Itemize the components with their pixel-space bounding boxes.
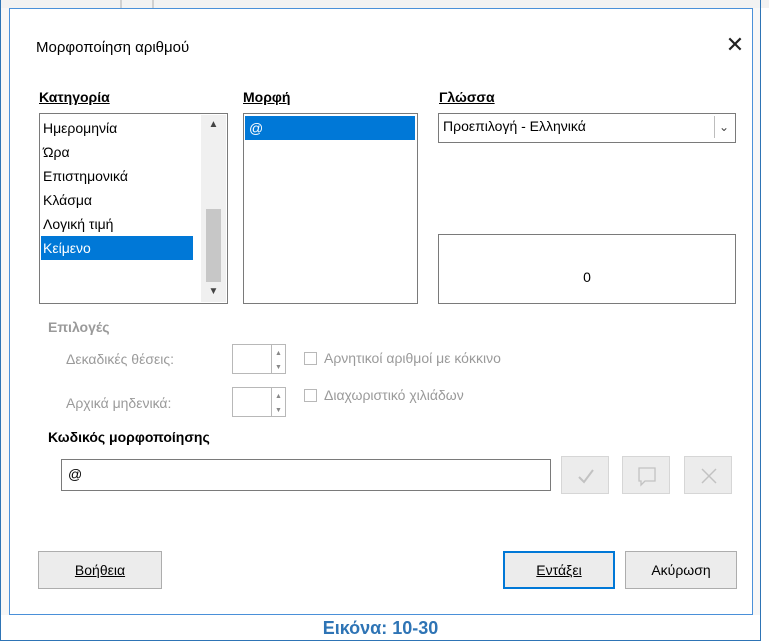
scroll-thumb[interactable] (206, 209, 221, 282)
format-code-label: Κωδικός μορφοποίησης (48, 429, 210, 445)
negative-red-checkbox[interactable] (304, 352, 317, 365)
apply-button[interactable] (561, 456, 609, 494)
list-item-selected[interactable]: @ (245, 116, 415, 140)
category-label: Κατηγορία (39, 89, 110, 105)
language-select[interactable]: Προεπιλογή - Ελληνικά ⌄ (438, 113, 736, 143)
format-list[interactable]: @ (243, 113, 418, 304)
stepper-up-icon[interactable]: ▲ (271, 345, 285, 359)
ok-button[interactable]: Εντάξει (503, 551, 615, 589)
list-item[interactable]: Κλάσμα (43, 188, 201, 212)
stepper-down-icon[interactable]: ▼ (271, 359, 285, 373)
title-bar: Μορφοποίηση αριθμού ✕ (10, 9, 752, 71)
help-button-label: Βοήθεια (74, 562, 126, 578)
list-item[interactable]: Λογική τιμή (43, 212, 201, 236)
delete-icon (701, 468, 717, 484)
stepper-down-icon[interactable]: ▼ (271, 402, 285, 416)
close-icon[interactable]: ✕ (723, 33, 747, 57)
cancel-button-label: Ακύρωση (651, 562, 711, 578)
preview-box: 0 (438, 234, 736, 304)
list-item[interactable]: Ώρα (43, 140, 201, 164)
category-list[interactable]: Ημερομηνία Ώρα Επιστημονικά Κλάσμα Λογικ… (39, 113, 228, 304)
decimal-places-label: Δεκαδικές θέσεις: (66, 351, 174, 367)
list-item[interactable]: Επιστημονικά (43, 164, 201, 188)
check-icon (578, 469, 594, 484)
ok-button-label: Εντάξει (536, 562, 582, 578)
leading-zeros-label: Αρχικά μηδενικά: (66, 395, 172, 411)
figure-caption: Εικόνα: 10-30 (322, 618, 439, 638)
language-value: Προεπιλογή - Ελληνικά (443, 118, 586, 134)
format-label: Μορφή (243, 89, 291, 105)
scroll-down-icon[interactable]: ▼ (201, 286, 226, 297)
comment-button[interactable] (622, 456, 670, 494)
thousands-separator-label: Διαχωριστικό χιλιάδων (324, 387, 464, 403)
options-label: Επιλογές (48, 319, 110, 335)
thousands-separator-checkbox[interactable] (304, 389, 317, 402)
dialog-title: Μορφοποίηση αριθμού (36, 39, 190, 56)
comment-icon (638, 467, 656, 487)
format-code-input[interactable]: @ (61, 459, 551, 491)
chevron-down-icon[interactable]: ⌄ (714, 116, 733, 138)
scroll-up-icon[interactable]: ▲ (201, 119, 226, 130)
list-item[interactable]: Ημερομηνία (43, 116, 201, 140)
negative-red-label: Αρνητικοί αριθμοί με κόκκινο (324, 350, 501, 366)
help-button[interactable]: Βοήθεια (38, 551, 162, 589)
format-number-dialog: Μορφοποίηση αριθμού ✕ Κατηγορία Ημερομην… (9, 8, 753, 615)
leading-zeros-stepper[interactable]: ▲ ▼ (232, 387, 286, 417)
language-label: Γλώσσα (439, 89, 495, 105)
category-scrollbar[interactable]: ▲ ▼ (201, 115, 226, 302)
list-item-selected[interactable]: Κείμενο (41, 236, 193, 260)
stepper-up-icon[interactable]: ▲ (271, 388, 285, 402)
decimal-places-stepper[interactable]: ▲ ▼ (232, 344, 286, 374)
preview-value: 0 (583, 269, 591, 285)
cancel-button[interactable]: Ακύρωση (625, 551, 737, 589)
delete-button[interactable] (684, 456, 732, 494)
format-code-value: @ (68, 466, 83, 482)
